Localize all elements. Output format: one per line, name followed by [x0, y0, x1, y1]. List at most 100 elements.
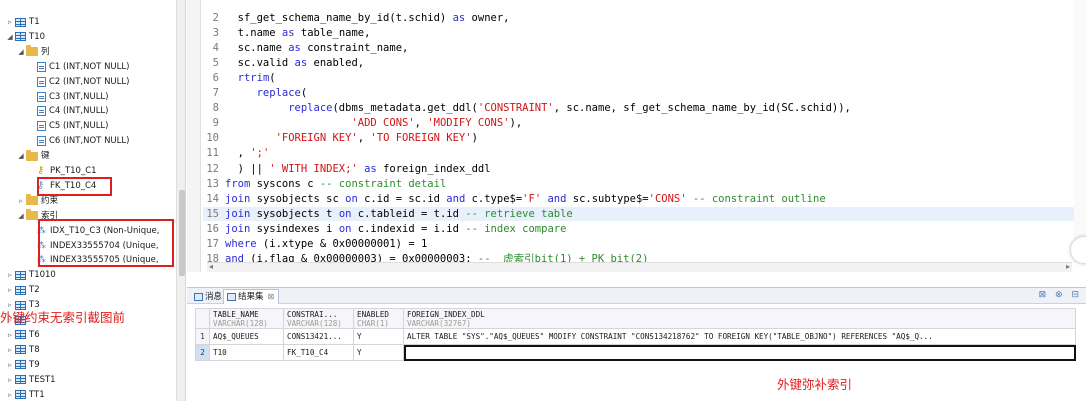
floating-action-button[interactable]: [1070, 236, 1086, 264]
tree-node[interactable]: ◢ T10: [6, 30, 45, 44]
tab-messages[interactable]: 消息: [191, 289, 226, 304]
scroll-right-icon[interactable]: ▸: [1066, 262, 1070, 271]
code-line[interactable]: 15 join sysobjects t on c.tableid = t.id …: [203, 206, 1086, 221]
tree-node-label: T8: [29, 344, 40, 355]
column-header[interactable]: CONSTRAI... VARCHAR(128): [283, 308, 354, 329]
expand-toggle-icon[interactable]: ◢: [17, 149, 25, 163]
tree-node[interactable]: C3 (INT,NULL): [28, 90, 109, 104]
tree-scrollbar[interactable]: [176, 0, 185, 401]
column-header[interactable]: TABLE_NAME VARCHAR(128): [209, 308, 284, 329]
tree-node-label: C4 (INT,NULL): [49, 106, 109, 117]
cell-table-name[interactable]: AQ$_QUEUES: [209, 328, 284, 345]
tree-node[interactable]: ▹ T1010: [6, 268, 56, 282]
code-line[interactable]: 9 'ADD CONS', 'MODIFY CONS'),: [203, 116, 522, 130]
code-line[interactable]: 14 join sysobjects sc on c.id = sc.id and…: [203, 192, 825, 206]
code-line[interactable]: 3 t.name as table_name,: [203, 26, 371, 40]
cell-constraint-name[interactable]: CONS13421...: [283, 328, 354, 345]
code-text: join sysobjects t on c.tableid = t.id --…: [225, 207, 573, 220]
expand-toggle-icon[interactable]: ▹: [6, 283, 14, 297]
cell-foreign-index-ddl[interactable]: ALTER TABLE "SYS"."AQ$_QUEUES" MODIFY CO…: [403, 328, 1076, 345]
code-text: from syscons c -- constraint detail: [225, 177, 447, 190]
cell-enabled[interactable]: Y: [353, 344, 404, 361]
row-number-header: [195, 308, 210, 329]
tree-node[interactable]: C4 (INT,NULL): [28, 104, 109, 118]
tab-result-set[interactable]: 结果集 ⊠: [223, 289, 280, 304]
tree-node[interactable]: ▹ T8: [6, 343, 40, 357]
expand-toggle-icon[interactable]: ▹: [6, 328, 14, 342]
table-row[interactable]: 1 AQ$_QUEUES CONS13421... Y ALTER TABLE …: [195, 328, 1076, 345]
tree-node[interactable]: ◢ 列: [17, 45, 50, 59]
tree-node[interactable]: C6 (INT,NOT NULL): [28, 134, 129, 148]
tree-scrollbar-thumb[interactable]: [179, 190, 185, 276]
line-number: 3: [212, 27, 219, 40]
expand-toggle-icon[interactable]: ▹: [6, 268, 14, 282]
line-number: 10: [206, 132, 219, 145]
code-line[interactable]: 12 ) || ' WITH INDEX;' as foreign_index_…: [203, 162, 491, 176]
tree-node-label: C2 (INT,NOT NULL): [49, 76, 130, 87]
column-icon: [37, 76, 46, 87]
expand-toggle-icon[interactable]: ▹: [6, 15, 14, 29]
column-header[interactable]: FOREIGN_INDEX_DDL VARCHAR(32767): [403, 308, 1076, 329]
sql-editor[interactable]: 2 sf_get_schema_name_by_id(t.schid) as o…: [187, 0, 1086, 272]
folder-icon: [26, 209, 38, 221]
object-tree[interactable]: ▹ T1 ◢ T10 ◢ 列 C1 (INT,NOT NULL) C2 (INT,NOT NU…: [0, 0, 186, 401]
editor-vertical-scrollbar[interactable]: [1074, 0, 1086, 262]
editor-horizontal-scrollbar[interactable]: ◂ ▸: [207, 262, 1072, 272]
tree-node[interactable]: ▹ TEST1: [6, 373, 55, 387]
tree-node-label: T10: [29, 31, 46, 42]
tree-node[interactable]: ▹ T9: [6, 358, 40, 372]
code-line[interactable]: 16 join sysindexes i on c.indexid = i.id …: [203, 222, 566, 236]
tree-node[interactable]: ◢ 键: [17, 149, 50, 163]
expand-toggle-icon[interactable]: ▹: [6, 388, 14, 401]
tree-node[interactable]: ▹ T6: [6, 328, 39, 342]
code-line[interactable]: 4 sc.name as constraint_name,: [203, 41, 409, 55]
after-annotation: 外键弥补索引: [777, 377, 853, 392]
code-text: ) || ' WITH INDEX;' as foreign_index_ddl: [225, 162, 491, 175]
table-icon: [15, 390, 26, 399]
cell-table-name[interactable]: T10: [209, 344, 284, 361]
column-icon: [37, 121, 46, 132]
expand-toggle-icon[interactable]: ▹: [17, 194, 25, 208]
code-text: 'ADD CONS', 'MODIFY CONS'),: [351, 117, 523, 130]
close-tab-icon[interactable]: ⊠: [268, 290, 275, 304]
cell-foreign-index-ddl-selected[interactable]: ALTER TABLE "SYSDBA"."T10" MODIFY CONSTR…: [403, 344, 1076, 361]
expand-toggle-icon[interactable]: ◢: [17, 209, 25, 223]
expand-toggle-icon[interactable]: ◢: [17, 45, 25, 59]
cell-enabled[interactable]: Y: [353, 328, 404, 345]
tree-node[interactable]: C5 (INT,NULL): [28, 119, 109, 133]
code-text: join sysindexes i on c.indexid = i.id --…: [225, 222, 567, 235]
code-line[interactable]: 13 from syscons c -- constraint detail: [203, 177, 446, 191]
line-number: 13: [206, 177, 219, 190]
expand-toggle-icon[interactable]: ▹: [6, 343, 14, 357]
table-icon: [15, 17, 26, 27]
tree-node[interactable]: ▹ T1: [6, 15, 40, 29]
code-line[interactable]: 11 , ';': [203, 146, 269, 160]
result-grid[interactable]: TABLE_NAME VARCHAR(128) CONSTRAI... VARCHA…: [195, 308, 1076, 361]
index-highlight-box: [38, 219, 174, 267]
line-number: 7: [212, 87, 219, 100]
code-line[interactable]: 17 where (i.xtype & 0x00000001) = 1: [203, 237, 427, 251]
table-icon: [15, 375, 26, 385]
results-toolbar-icons[interactable]: ⊠ ⊗ ⊟: [1039, 290, 1082, 300]
tree-node[interactable]: ▹ T2: [6, 283, 39, 297]
tree-node-label: T9: [29, 359, 40, 370]
scroll-left-icon[interactable]: ◂: [209, 262, 213, 271]
expand-toggle-icon[interactable]: ▹: [6, 358, 14, 372]
tree-node[interactable]: ⚷ PK_T10_C1: [28, 164, 97, 178]
column-header[interactable]: ENABLED CHAR(1): [353, 308, 404, 329]
tree-node[interactable]: C1 (INT,NOT NULL): [28, 60, 129, 74]
expand-toggle-icon[interactable]: ▹: [6, 373, 14, 387]
code-line[interactable]: 10 'FOREIGN KEY', 'TO FOREIGN KEY'): [203, 131, 478, 145]
code-line[interactable]: 2 sf_get_schema_name_by_id(t.schid) as o…: [203, 11, 510, 25]
tree-node-label: T1: [29, 17, 40, 27]
tree-node[interactable]: C2 (INT,NOT NULL): [28, 75, 129, 89]
table-row[interactable]: 2 T10 FK_T10_C4 Y ALTER TABLE "SYSDBA"."…: [195, 344, 1076, 361]
code-line[interactable]: 6 rtrim(: [203, 71, 276, 85]
folder-icon: [26, 149, 38, 161]
code-line[interactable]: 7 replace(: [203, 86, 308, 100]
code-line[interactable]: 5 sc.valid as enabled,: [203, 56, 364, 70]
cell-constraint-name[interactable]: FK_T10_C4: [283, 344, 354, 361]
code-line[interactable]: 8 replace(dbms_metadata.get_ddl('CONSTRA…: [203, 101, 851, 115]
tree-node[interactable]: ▹ TT1: [6, 388, 44, 401]
expand-toggle-icon[interactable]: ◢: [6, 30, 14, 44]
